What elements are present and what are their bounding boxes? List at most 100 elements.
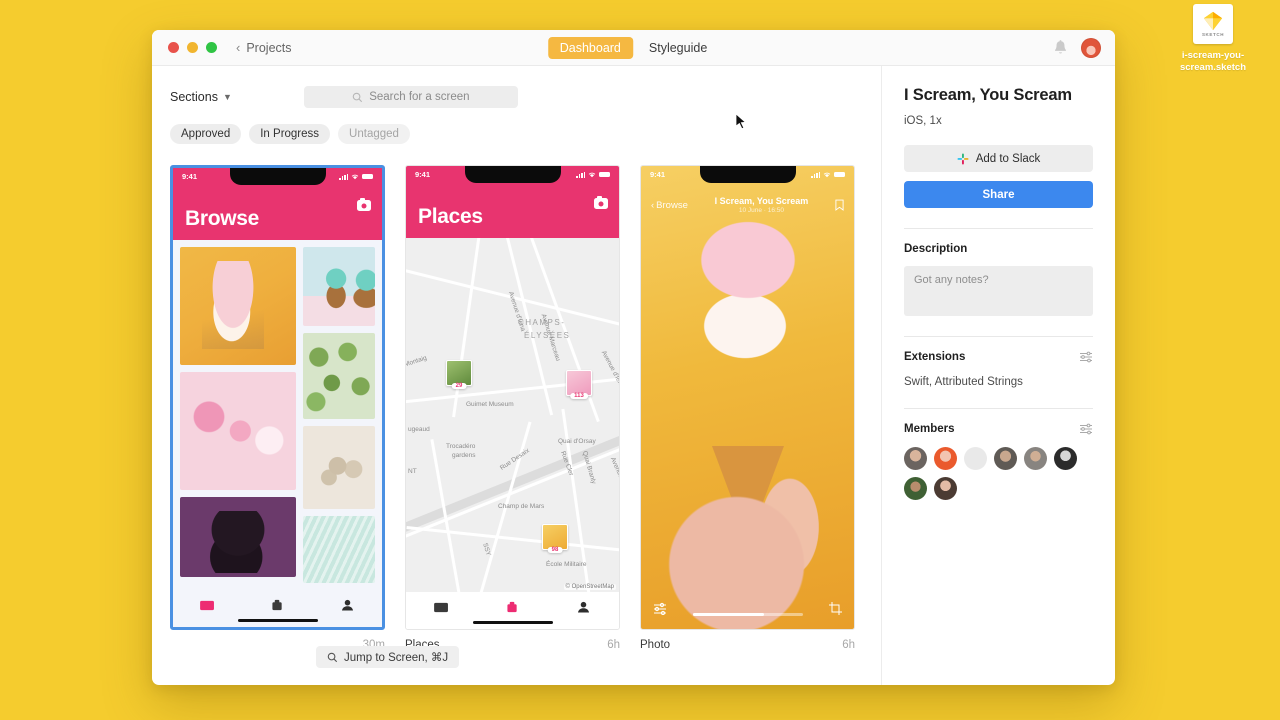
- tab-dashboard[interactable]: Dashboard: [547, 36, 633, 59]
- window-content: Sections ▼ Search for a screen Approved …: [152, 66, 1115, 685]
- signal-icon: [339, 173, 348, 180]
- map-label: Quai d'Orsay: [558, 438, 596, 445]
- status-icons: [339, 173, 373, 180]
- settings-sliders-icon[interactable]: [1079, 351, 1093, 363]
- members-heading: Members: [904, 423, 955, 435]
- grid-photo-eggplant[interactable]: [180, 497, 296, 577]
- map-pin-green[interactable]: 29: [446, 360, 472, 390]
- tab-profile-icon[interactable]: [576, 601, 591, 613]
- map-label: SSY: [481, 542, 492, 557]
- minimize-window-button[interactable]: [187, 42, 198, 53]
- grid-photo-garlic[interactable]: [303, 425, 375, 509]
- member-avatar[interactable]: [904, 477, 927, 500]
- screen-card-places[interactable]: 9:41 Places CHAMPS- ÉLYSÉES Guimet Museu…: [405, 165, 620, 651]
- search-input[interactable]: Search for a screen: [303, 86, 518, 108]
- notes-input[interactable]: Got any notes?: [904, 266, 1093, 316]
- chip-approved[interactable]: Approved: [170, 124, 242, 144]
- photo-tools-bar: [641, 595, 854, 621]
- member-avatar[interactable]: [994, 447, 1017, 470]
- member-avatar[interactable]: [904, 447, 927, 470]
- camera-icon[interactable]: [357, 198, 371, 211]
- sketch-document-icon: SKETCH: [1193, 4, 1233, 44]
- photo-title: I Scream, You Scream: [714, 196, 809, 206]
- grid-photo-broccoli[interactable]: [303, 332, 375, 419]
- tab-places-icon[interactable]: [505, 601, 520, 613]
- share-button[interactable]: Share: [904, 181, 1093, 208]
- sections-dropdown[interactable]: Sections ▼: [170, 90, 232, 104]
- bookmark-icon[interactable]: [835, 199, 844, 211]
- status-time: 9:41: [182, 172, 198, 181]
- filter-chips: Approved In Progress Untagged: [170, 108, 881, 144]
- screens-pane: Sections ▼ Search for a screen Approved …: [152, 66, 881, 685]
- map-label: gardens: [452, 452, 476, 459]
- extensions-heading: Extensions: [904, 351, 966, 363]
- screen-preview-photo[interactable]: 9:41 ‹ Browse I Scream, You Scream 10 Ju…: [640, 165, 855, 630]
- tab-places-icon[interactable]: [270, 599, 285, 611]
- member-avatar[interactable]: [1054, 447, 1077, 470]
- photo-navigation-bar: ‹ Browse I Scream, You Scream 10 June · …: [641, 188, 854, 222]
- photo-title-block: I Scream, You Scream 10 June · 16:50: [688, 196, 835, 214]
- tab-browse-icon[interactable]: [200, 599, 215, 611]
- sketch-app-label: SKETCH: [1201, 32, 1225, 37]
- screen-card-photo[interactable]: 9:41 ‹ Browse I Scream, You Scream 10 Ju…: [640, 165, 855, 651]
- grid-photo-water[interactable]: [303, 515, 375, 583]
- avatar[interactable]: [1081, 37, 1101, 58]
- map-pin-yellow[interactable]: 98: [542, 524, 568, 554]
- photo-subtitle: 10 June · 16:50: [738, 207, 785, 214]
- places-title: Places: [418, 205, 483, 228]
- photo-progress-bar[interactable]: [692, 613, 803, 616]
- screen-preview-browse[interactable]: 9:41 Browse: [170, 165, 385, 630]
- traffic-lights: [168, 42, 217, 53]
- grid-photo-balloons[interactable]: [180, 372, 296, 490]
- map-label: Montaig: [406, 354, 428, 369]
- map-label: Trocadéro: [446, 443, 476, 450]
- camera-icon[interactable]: [594, 196, 608, 209]
- tab-styleguide[interactable]: Styleguide: [637, 37, 719, 59]
- photo-back-label: Browse: [656, 199, 688, 211]
- chevron-left-icon: ‹: [236, 40, 241, 55]
- phone-notch: [464, 166, 561, 183]
- grid-photo-icecream[interactable]: [180, 247, 296, 365]
- map-label: Avenue d'Iéna: [599, 349, 619, 390]
- map-label: École Militaire: [546, 561, 587, 568]
- tab-profile-icon[interactable]: [340, 599, 355, 611]
- inspector-pane: I Scream, You Scream iOS, 1x Add to Slac…: [881, 66, 1115, 685]
- home-indicator: [472, 620, 553, 624]
- map-pin-pink[interactable]: 113: [566, 370, 592, 400]
- phone-notch: [229, 168, 326, 185]
- bell-icon[interactable]: [1053, 39, 1068, 56]
- member-avatar[interactable]: [964, 447, 987, 470]
- crop-icon[interactable]: [829, 601, 842, 615]
- battery-icon: [834, 171, 845, 178]
- tab-browse-icon[interactable]: [434, 601, 449, 613]
- member-avatar[interactable]: [934, 447, 957, 470]
- back-to-projects-button[interactable]: ‹ Projects: [236, 41, 292, 55]
- adjust-sliders-icon[interactable]: [653, 602, 667, 615]
- chip-untagged[interactable]: Untagged: [338, 124, 410, 144]
- photo-back-button[interactable]: ‹ Browse: [651, 200, 688, 211]
- close-window-button[interactable]: [168, 42, 179, 53]
- member-avatar[interactable]: [1024, 447, 1047, 470]
- screen-thumbnail-grid: 9:41 Browse 30m 9:41 Places CHAMPS- ÉLYS…: [170, 144, 881, 651]
- titlebar-right-cluster: [1053, 37, 1101, 58]
- search-icon: [327, 652, 338, 662]
- grid-photo-cupcakes[interactable]: [303, 247, 375, 326]
- map-label: Champ de Mars: [498, 503, 545, 510]
- chip-in-progress[interactable]: In Progress: [249, 124, 331, 144]
- extensions-section-header: Extensions: [904, 351, 1093, 363]
- screen-preview-places[interactable]: 9:41 Places CHAMPS- ÉLYSÉES Guimet Museu…: [405, 165, 620, 630]
- member-avatar[interactable]: [934, 477, 957, 500]
- screen-card-browse[interactable]: 9:41 Browse 30m: [170, 165, 385, 651]
- settings-sliders-icon[interactable]: [1079, 423, 1093, 435]
- sections-label: Sections: [170, 90, 218, 104]
- chevron-down-icon: ▼: [222, 92, 232, 102]
- chevron-left-icon: ‹: [651, 199, 655, 211]
- search-placeholder-label: Search for a screen: [369, 91, 470, 103]
- jump-to-screen-tooltip[interactable]: Jump to Screen, ⌘J: [316, 646, 460, 668]
- add-to-slack-button[interactable]: Add to Slack: [904, 145, 1093, 172]
- zoom-window-button[interactable]: [206, 42, 217, 53]
- map-label: Guimet Museum: [466, 401, 514, 408]
- desktop-file-icon[interactable]: SKETCH i-scream-you-scream.sketch: [1158, 4, 1268, 74]
- mouse-cursor: [735, 113, 747, 130]
- map-view[interactable]: CHAMPS- ÉLYSÉES Guimet Museum Trocadéro …: [406, 238, 619, 592]
